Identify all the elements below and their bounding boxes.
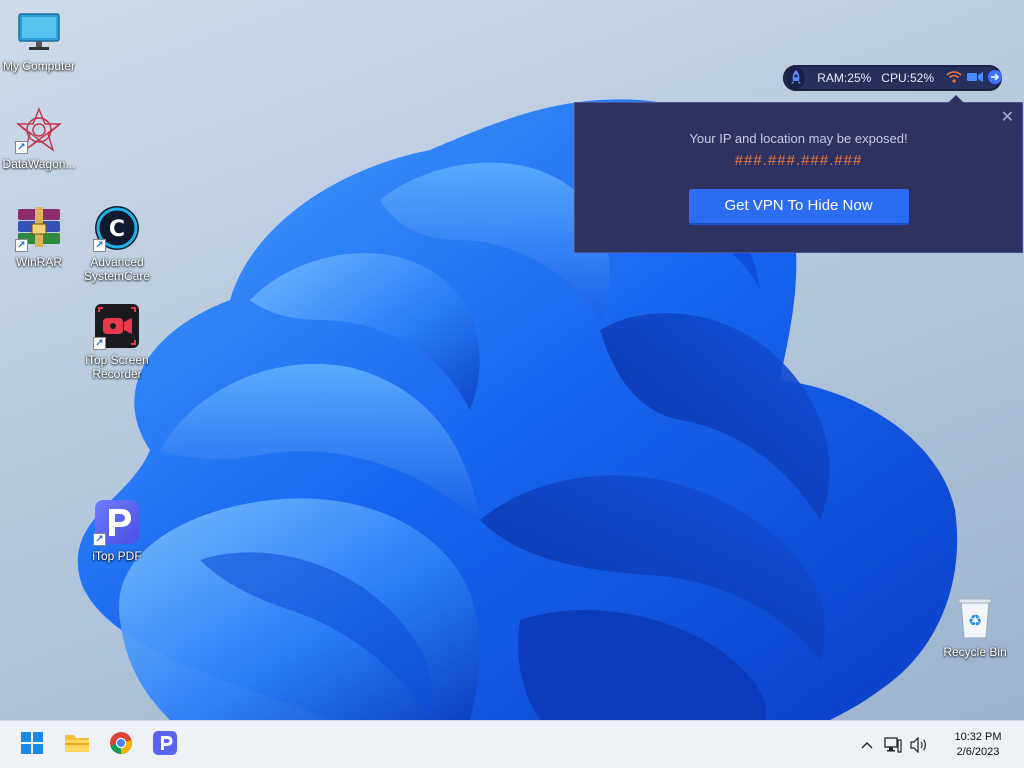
itop-pdf-icon bbox=[153, 730, 177, 760]
shortcut-arrow-icon: ↗ bbox=[15, 141, 28, 154]
shortcut-arrow-icon: ↗ bbox=[93, 337, 106, 350]
taskbar-clock[interactable]: 10:32 PM 2/6/2023 bbox=[940, 730, 1016, 760]
desktop-icon-recycle-bin[interactable]: ♻ Recycle Bin bbox=[937, 594, 1013, 659]
rocket-icon[interactable] bbox=[786, 67, 806, 89]
itop-pdf-icon: ↗ bbox=[93, 498, 141, 546]
taskbar: 10:32 PM 2/6/2023 bbox=[0, 720, 1024, 768]
popup-pointer bbox=[948, 95, 964, 103]
desktop-icon-label: iTop PDF bbox=[92, 549, 142, 563]
taskbar-itop-pdf[interactable] bbox=[149, 729, 181, 761]
desktop-icon-winrar[interactable]: ↗ WinRAR bbox=[1, 204, 77, 269]
shortcut-arrow-icon: ↗ bbox=[93, 239, 106, 252]
taskbar-chrome[interactable] bbox=[105, 729, 137, 761]
datawagon-icon: ↗ bbox=[15, 106, 63, 154]
shortcut-arrow-icon: ↗ bbox=[93, 533, 106, 546]
desktop-icon-label: Recycle Bin bbox=[943, 645, 1007, 659]
desktop-icon-label: WinRAR bbox=[15, 255, 62, 269]
taskbar-file-explorer[interactable] bbox=[61, 729, 93, 761]
wifi-icon[interactable] bbox=[946, 70, 962, 86]
masked-ip-address: ###.###.###.### bbox=[734, 152, 863, 169]
show-hidden-icons-chevron-icon[interactable] bbox=[856, 734, 878, 756]
camera-icon[interactable] bbox=[967, 71, 983, 85]
advanced-systemcare-icon: C ↗ bbox=[93, 204, 141, 252]
desktop-icon-my-computer[interactable]: My Computer bbox=[1, 8, 77, 73]
clock-time: 10:32 PM bbox=[954, 731, 1002, 743]
cpu-label: CPU: bbox=[881, 71, 910, 85]
desktop-icon-advanced-systemcare[interactable]: C ↗ Advanced SystemCare bbox=[79, 204, 155, 283]
desktop-icon-label: DataWagon... bbox=[2, 157, 76, 171]
system-monitor-widget[interactable]: RAM:25% CPU:52% bbox=[783, 65, 1002, 91]
start-button[interactable] bbox=[16, 729, 48, 761]
desktop-icon-label: My Computer bbox=[2, 59, 76, 73]
chrome-icon bbox=[109, 731, 133, 760]
system-tray: 10:32 PM 2/6/2023 bbox=[854, 721, 1024, 769]
ram-usage: RAM:25% bbox=[817, 71, 871, 85]
cpu-usage: CPU:52% bbox=[881, 71, 934, 85]
arrow-right-icon[interactable] bbox=[988, 69, 1002, 87]
winrar-icon: ↗ bbox=[15, 204, 63, 252]
svg-text:♻: ♻ bbox=[968, 611, 982, 630]
desktop-icon-datawagon[interactable]: ↗ DataWagon... bbox=[1, 106, 77, 171]
ram-value: 25% bbox=[847, 71, 872, 85]
desktop[interactable]: My Computer ↗ DataWagon... ↗ WinRAR C ↗ … bbox=[0, 0, 1024, 720]
desktop-icon-label: iTop Screen Recorder bbox=[85, 353, 149, 381]
volume-icon[interactable] bbox=[908, 734, 930, 756]
desktop-icon-itop-screen-recorder[interactable]: ↗ iTop Screen Recorder bbox=[79, 302, 155, 381]
shortcut-arrow-icon: ↗ bbox=[15, 239, 28, 252]
cpu-value: 52% bbox=[909, 71, 934, 85]
recycle-bin-icon: ♻ bbox=[951, 594, 999, 642]
network-icon[interactable] bbox=[882, 734, 904, 756]
windows-start-icon bbox=[21, 731, 43, 759]
clock-date: 2/6/2023 bbox=[956, 746, 1000, 758]
desktop-icon-label: Advanced SystemCare bbox=[83, 255, 151, 283]
desktop-icon-itop-pdf[interactable]: ↗ iTop PDF bbox=[79, 498, 155, 563]
ram-label: RAM: bbox=[817, 71, 848, 85]
ip-exposed-message: Your IP and location may be exposed! bbox=[689, 131, 908, 146]
close-icon[interactable]: ✕ bbox=[1001, 107, 1014, 127]
screen-recorder-icon: ↗ bbox=[93, 302, 141, 350]
svg-text:C: C bbox=[109, 217, 125, 242]
folder-icon bbox=[64, 732, 90, 759]
get-vpn-button[interactable]: Get VPN To Hide Now bbox=[688, 189, 909, 223]
monitor-icon bbox=[15, 8, 63, 56]
vpn-warning-popup: ✕ Your IP and location may be exposed! #… bbox=[574, 95, 1023, 253]
